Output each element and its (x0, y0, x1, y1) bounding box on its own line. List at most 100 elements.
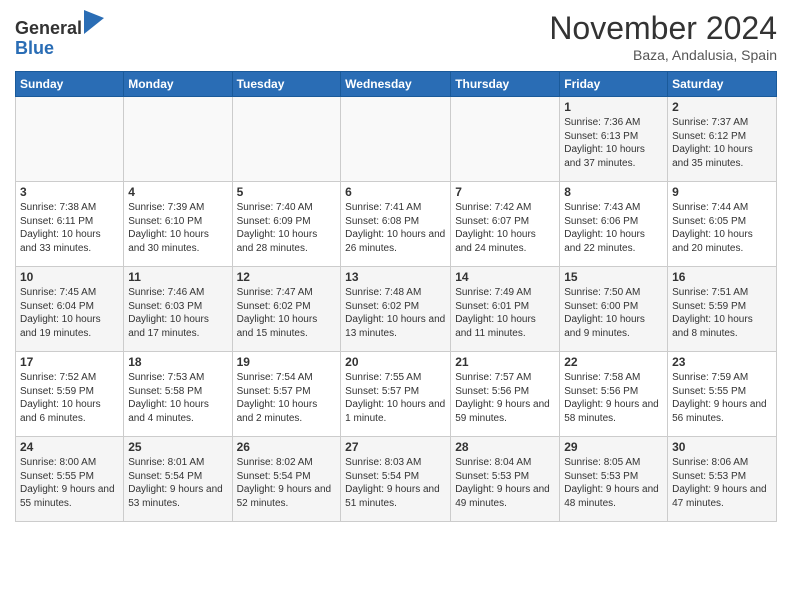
calendar-day-cell: 13 Sunrise: 7:48 AM Sunset: 6:02 PM Dayli… (341, 267, 451, 352)
page: General Blue November 2024 Baza, Andalus… (0, 0, 792, 532)
day-info: Sunrise: 7:40 AM Sunset: 6:09 PM Dayligh… (237, 201, 337, 255)
day-number: 26 (237, 440, 337, 454)
day-info: Sunrise: 7:55 AM Sunset: 5:57 PM Dayligh… (345, 371, 446, 425)
calendar-day-cell (451, 97, 560, 182)
calendar-week-row: 3Sunrise: 7:38 AM Sunset: 6:11 PM Daylig… (16, 182, 777, 267)
day-number: 11 (128, 270, 227, 284)
calendar-day-cell: 18Sunrise: 7:53 AM Sunset: 5:58 PM Dayli… (124, 352, 232, 437)
calendar-day-cell: 1 Sunrise: 7:36 AM Sunset: 6:13 PM Daylig… (560, 97, 668, 182)
calendar-week-row: 1 Sunrise: 7:36 AM Sunset: 6:13 PM Daylig… (16, 97, 777, 182)
calendar-week-row: 10 Sunrise: 7:45 AM Sunset: 6:04 PM Dayli… (16, 267, 777, 352)
calendar-day-cell: 27 Sunrise: 8:03 AM Sunset: 5:54 PM Dayli… (341, 437, 451, 522)
day-info: Sunrise: 7:47 AM Sunset: 6:02 PM Dayligh… (237, 286, 337, 340)
day-number: 9 (672, 185, 772, 199)
calendar-day-cell: 7 Sunrise: 7:42 AM Sunset: 6:07 PM Daylig… (451, 182, 560, 267)
calendar-day-cell: 28 Sunrise: 8:04 AM Sunset: 5:53 PM Dayli… (451, 437, 560, 522)
calendar-day-cell (341, 97, 451, 182)
calendar-day-cell: 23 Sunrise: 7:59 AM Sunset: 5:55 PM Dayli… (668, 352, 777, 437)
weekday-header-cell: Tuesday (232, 72, 341, 97)
calendar-day-cell: 24 Sunrise: 8:00 AM Sunset: 5:55 PM Dayli… (16, 437, 124, 522)
location: Baza, Andalusia, Spain (549, 47, 777, 63)
day-info: Sunrise: 7:45 AM Sunset: 6:04 PM Dayligh… (20, 286, 119, 340)
day-info: Sunrise: 7:37 AM Sunset: 6:12 PM Dayligh… (672, 116, 772, 170)
day-info: Sunrise: 7:51 AM Sunset: 5:59 PM Dayligh… (672, 286, 772, 340)
calendar-day-cell: 17 Sunrise: 7:52 AM Sunset: 5:59 PM Dayli… (16, 352, 124, 437)
day-number: 25 (128, 440, 227, 454)
weekday-header-cell: Friday (560, 72, 668, 97)
day-number: 13 (345, 270, 446, 284)
calendar-day-cell: 4 Sunrise: 7:39 AM Sunset: 6:10 PM Daylig… (124, 182, 232, 267)
calendar-day-cell: 14 Sunrise: 7:49 AM Sunset: 6:01 PM Dayli… (451, 267, 560, 352)
calendar-day-cell: 3Sunrise: 7:38 AM Sunset: 6:11 PM Daylig… (16, 182, 124, 267)
calendar-body: 1 Sunrise: 7:36 AM Sunset: 6:13 PM Daylig… (16, 97, 777, 522)
day-number: 19 (237, 355, 337, 369)
header: General Blue November 2024 Baza, Andalus… (15, 10, 777, 63)
day-number: 12 (237, 270, 337, 284)
day-info: Sunrise: 7:58 AM Sunset: 5:56 PM Dayligh… (564, 371, 663, 425)
day-info: Sunrise: 7:39 AM Sunset: 6:10 PM Dayligh… (128, 201, 227, 255)
calendar-day-cell: 11 Sunrise: 7:46 AM Sunset: 6:03 PM Dayli… (124, 267, 232, 352)
day-info: Sunrise: 7:57 AM Sunset: 5:56 PM Dayligh… (455, 371, 555, 425)
calendar-day-cell (232, 97, 341, 182)
day-info: Sunrise: 7:46 AM Sunset: 6:03 PM Dayligh… (128, 286, 227, 340)
logo: General Blue (15, 10, 104, 59)
title-block: November 2024 Baza, Andalusia, Spain (549, 10, 777, 63)
calendar-day-cell: 15 Sunrise: 7:50 AM Sunset: 6:00 PM Dayli… (560, 267, 668, 352)
day-number: 2 (672, 100, 772, 114)
weekday-header-cell: Monday (124, 72, 232, 97)
calendar-day-cell: 22 Sunrise: 7:58 AM Sunset: 5:56 PM Dayli… (560, 352, 668, 437)
calendar-table: SundayMondayTuesdayWednesdayThursdayFrid… (15, 71, 777, 522)
calendar-day-cell: 19 Sunrise: 7:54 AM Sunset: 5:57 PM Dayli… (232, 352, 341, 437)
calendar-day-cell: 8Sunrise: 7:43 AM Sunset: 6:06 PM Daylig… (560, 182, 668, 267)
day-number: 21 (455, 355, 555, 369)
day-info: Sunrise: 8:04 AM Sunset: 5:53 PM Dayligh… (455, 456, 555, 510)
day-info: Sunrise: 8:06 AM Sunset: 5:53 PM Dayligh… (672, 456, 772, 510)
logo-blue: Blue (15, 38, 54, 58)
day-number: 17 (20, 355, 119, 369)
day-info: Sunrise: 7:43 AM Sunset: 6:06 PM Dayligh… (564, 201, 663, 255)
day-number: 24 (20, 440, 119, 454)
day-info: Sunrise: 7:42 AM Sunset: 6:07 PM Dayligh… (455, 201, 555, 255)
calendar-day-cell: 10 Sunrise: 7:45 AM Sunset: 6:04 PM Dayli… (16, 267, 124, 352)
day-info: Sunrise: 8:05 AM Sunset: 5:53 PM Dayligh… (564, 456, 663, 510)
day-number: 18 (128, 355, 227, 369)
day-number: 29 (564, 440, 663, 454)
day-info: Sunrise: 7:36 AM Sunset: 6:13 PM Dayligh… (564, 116, 663, 170)
calendar-day-cell: 20 Sunrise: 7:55 AM Sunset: 5:57 PM Dayli… (341, 352, 451, 437)
day-number: 27 (345, 440, 446, 454)
logo-general: General (15, 18, 82, 38)
day-number: 15 (564, 270, 663, 284)
day-info: Sunrise: 7:44 AM Sunset: 6:05 PM Dayligh… (672, 201, 772, 255)
day-info: Sunrise: 7:50 AM Sunset: 6:00 PM Dayligh… (564, 286, 663, 340)
day-info: Sunrise: 7:59 AM Sunset: 5:55 PM Dayligh… (672, 371, 772, 425)
day-info: Sunrise: 7:52 AM Sunset: 5:59 PM Dayligh… (20, 371, 119, 425)
day-info: Sunrise: 7:48 AM Sunset: 6:02 PM Dayligh… (345, 286, 446, 340)
calendar-day-cell: 30 Sunrise: 8:06 AM Sunset: 5:53 PM Dayli… (668, 437, 777, 522)
day-info: Sunrise: 7:54 AM Sunset: 5:57 PM Dayligh… (237, 371, 337, 425)
day-info: Sunrise: 7:41 AM Sunset: 6:08 PM Dayligh… (345, 201, 446, 255)
day-number: 4 (128, 185, 227, 199)
calendar-week-row: 17 Sunrise: 7:52 AM Sunset: 5:59 PM Dayli… (16, 352, 777, 437)
day-number: 23 (672, 355, 772, 369)
day-number: 7 (455, 185, 555, 199)
calendar-day-cell: 26 Sunrise: 8:02 AM Sunset: 5:54 PM Dayli… (232, 437, 341, 522)
calendar-day-cell: 12 Sunrise: 7:47 AM Sunset: 6:02 PM Dayli… (232, 267, 341, 352)
day-number: 6 (345, 185, 446, 199)
day-info: Sunrise: 7:38 AM Sunset: 6:11 PM Dayligh… (20, 201, 119, 255)
day-info: Sunrise: 8:02 AM Sunset: 5:54 PM Dayligh… (237, 456, 337, 510)
weekday-header-row: SundayMondayTuesdayWednesdayThursdayFrid… (16, 72, 777, 97)
day-number: 1 (564, 100, 663, 114)
day-number: 22 (564, 355, 663, 369)
calendar-day-cell: 29 Sunrise: 8:05 AM Sunset: 5:53 PM Dayli… (560, 437, 668, 522)
day-number: 28 (455, 440, 555, 454)
day-info: Sunrise: 8:00 AM Sunset: 5:55 PM Dayligh… (20, 456, 119, 510)
day-number: 30 (672, 440, 772, 454)
day-number: 10 (20, 270, 119, 284)
day-info: Sunrise: 8:03 AM Sunset: 5:54 PM Dayligh… (345, 456, 446, 510)
weekday-header-cell: Sunday (16, 72, 124, 97)
day-number: 20 (345, 355, 446, 369)
calendar-day-cell: 16Sunrise: 7:51 AM Sunset: 5:59 PM Dayli… (668, 267, 777, 352)
day-info: Sunrise: 7:49 AM Sunset: 6:01 PM Dayligh… (455, 286, 555, 340)
day-number: 14 (455, 270, 555, 284)
calendar-day-cell: 5Sunrise: 7:40 AM Sunset: 6:09 PM Daylig… (232, 182, 341, 267)
